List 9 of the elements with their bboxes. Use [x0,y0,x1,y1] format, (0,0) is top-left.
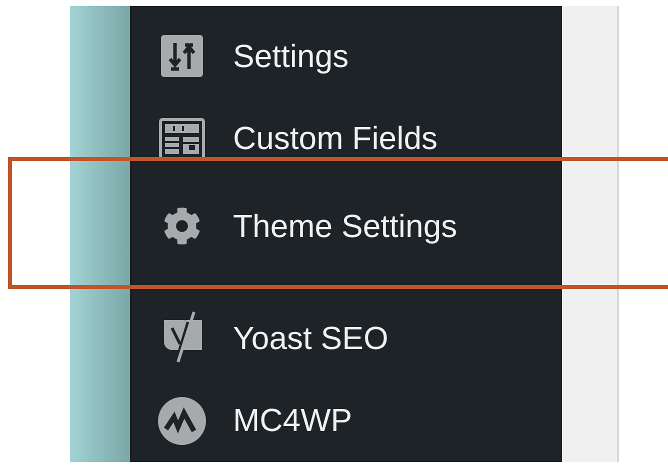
sliders-icon [161,35,203,78]
menu-item[interactable]: MC4WP [233,402,352,440]
mc4wp-logo-icon [158,396,206,445]
menu-item[interactable]: Yoast SEO [233,320,388,357]
gear-icon [163,207,201,246]
menu-item[interactable]: Custom Fields [233,120,438,158]
table-icon [159,118,205,160]
menu-item[interactable]: Settings [233,38,349,75]
menu-item[interactable]: Theme Settings [233,208,458,245]
